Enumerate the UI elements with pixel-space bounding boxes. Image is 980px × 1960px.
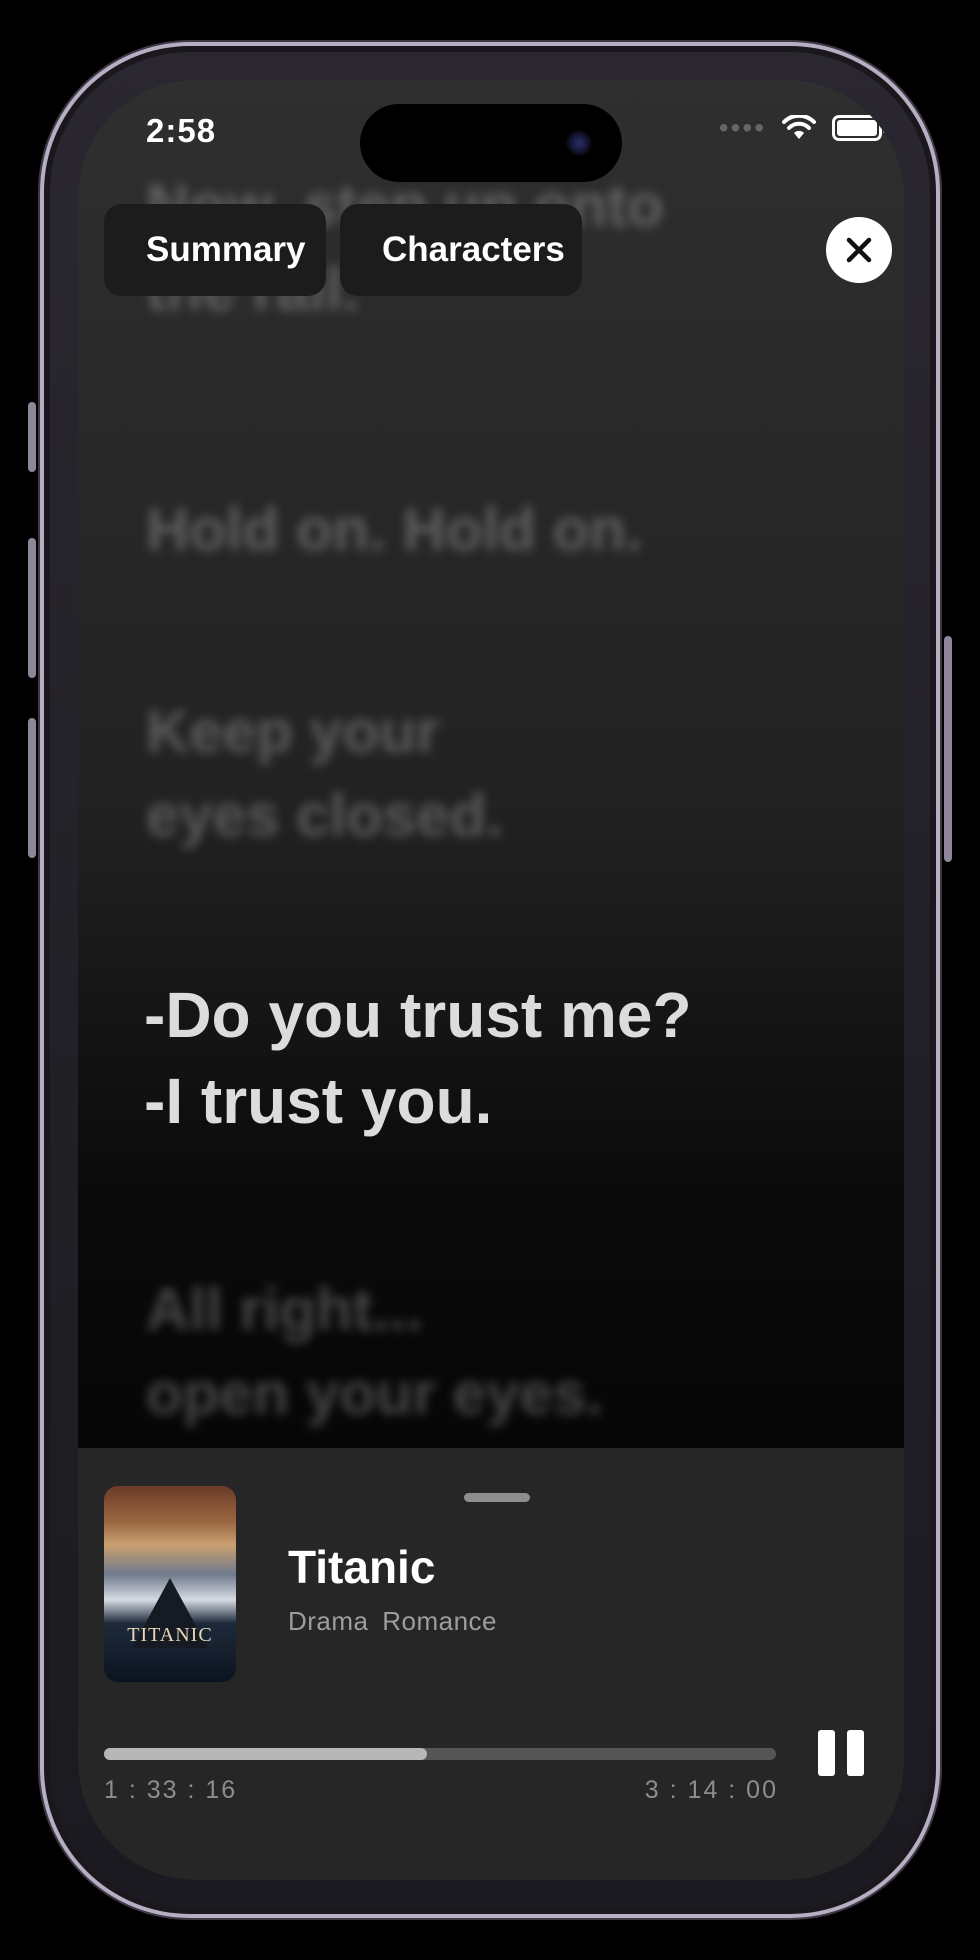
pause-icon — [818, 1730, 835, 1776]
lyric-text: open your eyes. — [146, 1360, 603, 1427]
lyric-text: eyes closed. — [146, 782, 503, 849]
lyric-text: -Do you trust me? — [144, 979, 692, 1051]
volume-up-button — [28, 538, 36, 678]
close-icon — [846, 237, 872, 263]
pause-button[interactable] — [818, 1730, 864, 1776]
battery-icon — [832, 115, 887, 141]
poster-title: TITANIC — [127, 1624, 213, 1646]
current-lyric: -Do you trust me? -I trust you. — [144, 972, 864, 1144]
screen: Now, step up onto the rail. Hold on. Hol… — [78, 80, 904, 1880]
action-button — [28, 402, 36, 472]
camera-icon — [566, 130, 592, 156]
status-time: 2:58 — [146, 112, 217, 149]
lyric-text: -I trust you. — [144, 1065, 493, 1137]
lyric-text: All right... — [146, 1276, 423, 1343]
lyric-text: Hold on. Hold on. — [146, 496, 643, 563]
dynamic-island — [360, 104, 622, 182]
movie-poster: TITANIC — [104, 1486, 236, 1682]
progress-fill — [104, 1748, 427, 1760]
drag-handle[interactable] — [464, 1493, 530, 1502]
power-button — [944, 636, 952, 862]
elapsed-time: 1 : 33 : 16 — [104, 1776, 238, 1804]
summary-label: Summary — [146, 230, 306, 269]
lyric-line: Keep your eyes closed. — [146, 690, 866, 858]
lyric-line: Hold on. Hold on. — [146, 488, 866, 572]
movie-title: Titanic — [288, 1541, 436, 1593]
summary-button[interactable]: Summary — [104, 204, 326, 296]
movie-genres: Drama Romance — [288, 1606, 498, 1636]
close-button[interactable] — [826, 217, 892, 283]
signal-dots-icon: •••• — [718, 112, 766, 143]
lyric-text: Keep your — [146, 698, 440, 765]
progress-bar[interactable] — [104, 1748, 776, 1760]
wifi-icon — [782, 115, 816, 139]
status-icons: •••• — [718, 112, 887, 143]
volume-down-button — [28, 718, 36, 858]
now-playing-panel[interactable]: TITANIC Titanic Drama Romance 1 : 33 : 1… — [78, 1448, 904, 1880]
characters-label: Characters — [382, 230, 565, 269]
lyric-line: All right... open your eyes. — [146, 1268, 866, 1436]
pause-icon — [847, 1730, 864, 1776]
characters-button[interactable]: Characters — [340, 204, 582, 296]
total-duration: 3 : 14 : 00 — [644, 1776, 778, 1804]
